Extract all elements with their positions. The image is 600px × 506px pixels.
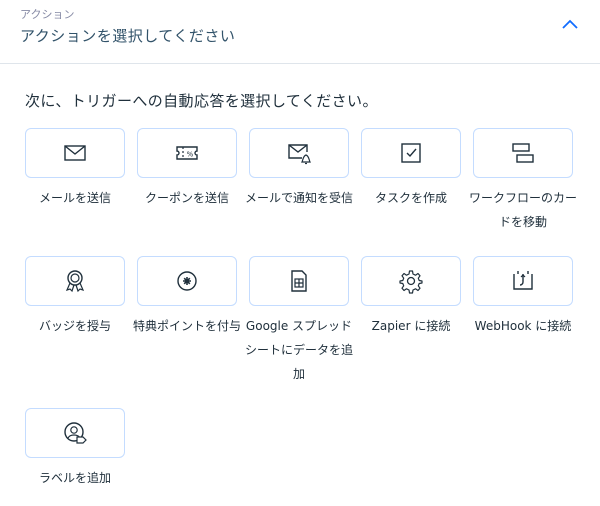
task-checkbox-icon [401, 143, 421, 163]
action-card[interactable] [361, 128, 461, 178]
action-email-notification[interactable]: メールで通知を受信 [245, 128, 361, 210]
gear-icon [399, 270, 423, 294]
action-card[interactable] [249, 128, 349, 178]
action-send-email[interactable]: メールを送信 [25, 128, 137, 210]
action-award-badge[interactable]: バッジを授与 [25, 256, 137, 338]
action-label: クーポンを送信 [144, 191, 229, 205]
action-send-coupon[interactable]: % クーポンを送信 [137, 128, 249, 210]
action-card[interactable] [473, 256, 573, 306]
action-label: メールで通知を受信 [244, 191, 353, 205]
action-label: ラベルを追加 [38, 471, 111, 485]
action-card[interactable]: % [137, 128, 237, 178]
webhook-icon [513, 271, 533, 290]
action-card[interactable] [25, 408, 125, 458]
action-card[interactable] [25, 128, 125, 178]
action-connect-zapier[interactable]: Zapier に接続 [361, 256, 473, 338]
action-connect-webhook[interactable]: WebHook に接続 [473, 256, 585, 338]
action-card[interactable] [249, 256, 349, 306]
action-label: Google スプレッドシートにデータを追加 [244, 319, 353, 381]
action-card[interactable] [361, 256, 461, 306]
action-add-label[interactable]: ラベルを追加 [25, 408, 137, 490]
action-label: タスクを作成 [374, 191, 447, 205]
action-create-task[interactable]: タスクを作成 [361, 128, 473, 210]
action-grant-points[interactable]: 特典ポイントを付与 [133, 256, 249, 338]
action-label: 特典ポイントを付与 [132, 319, 241, 333]
action-card[interactable] [473, 128, 573, 178]
coupon-icon: % [176, 146, 198, 160]
action-label: Zapier に接続 [371, 319, 451, 333]
action-label: バッジを授与 [38, 319, 111, 333]
loyalty-points-icon [177, 271, 197, 291]
action-label: ワークフローのカードを移動 [468, 191, 577, 229]
mail-icon [64, 145, 86, 161]
badge-award-icon [65, 270, 85, 293]
action-move-workflow-card[interactable]: ワークフローのカードを移動 [469, 128, 585, 234]
action-card[interactable] [25, 256, 125, 306]
action-grid: メールを送信 % クーポンを送信 メールで通知を受信 タスクを作成 ワークフロー… [0, 0, 600, 506]
action-card[interactable] [137, 256, 237, 306]
svg-text:%: % [187, 151, 194, 159]
spreadsheet-icon [291, 270, 307, 292]
action-label: WebHook に接続 [474, 319, 572, 333]
mail-notification-icon [288, 144, 311, 165]
workflow-card-icon [512, 143, 534, 163]
action-google-sheets[interactable]: Google スプレッドシートにデータを追加 [245, 256, 361, 386]
action-label: メールを送信 [38, 191, 111, 205]
label-contact-icon [64, 422, 87, 444]
